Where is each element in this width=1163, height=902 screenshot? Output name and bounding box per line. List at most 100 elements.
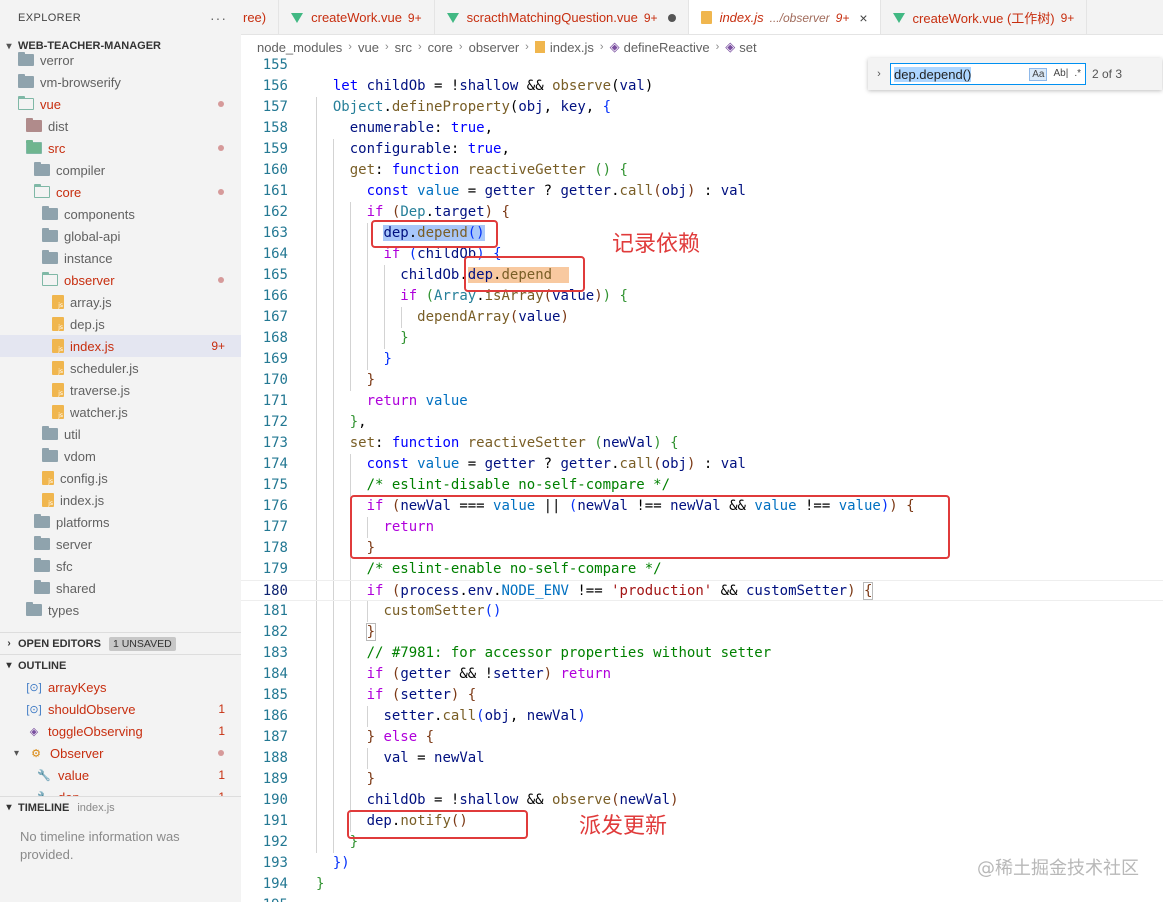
code-line: 157 Object.defineProperty(obj, key, {	[241, 97, 1163, 118]
code-text: if (getter && !setter) return	[366, 666, 612, 682]
timeline-message: No timeline information was provided.	[20, 829, 180, 862]
outline-item[interactable]: ▾ ⚙ Observer	[0, 742, 241, 764]
tree-item[interactable]: config.js	[0, 467, 241, 489]
timeline-section[interactable]: ▾ TIMELINE index.js	[0, 796, 241, 818]
outline-item[interactable]: 🔧dep1	[0, 786, 241, 797]
outline-item[interactable]: ◈ toggleObserving 1	[0, 720, 241, 742]
close-icon[interactable]: ×	[859, 10, 867, 26]
editor-tab[interactable]: index.js .../observer 9+ ×	[688, 0, 881, 34]
vue-file-icon	[892, 12, 905, 23]
chevron-down-icon[interactable]: ▾	[14, 748, 28, 759]
tree-item-label: config.js	[60, 470, 108, 486]
find-widget: › dep.depend() Aa Ab| .* 2 of 3	[868, 58, 1162, 90]
tree-item[interactable]: src	[0, 137, 241, 159]
explorer-title: EXPLORER	[18, 11, 82, 24]
code-line: 172 },	[241, 412, 1163, 433]
breadcrumb-item[interactable]: node_modules	[257, 40, 342, 55]
outline-item[interactable]: [⊙] arrayKeys	[0, 676, 241, 698]
line-number: 179	[262, 561, 288, 577]
tree-item[interactable]: types	[0, 599, 241, 621]
tree-item-label: components	[64, 206, 135, 222]
code-text: if (setter) {	[366, 687, 477, 703]
modified-dot-icon	[218, 189, 224, 195]
breadcrumb-item[interactable]: set	[739, 40, 756, 55]
tree-item[interactable]: scheduler.js	[0, 357, 241, 379]
regex-icon[interactable]: .*	[1074, 68, 1081, 81]
folder-icon	[34, 162, 50, 176]
code-text: /* eslint-enable no-self-compare */	[366, 561, 662, 577]
outline-item[interactable]: [⊙] shouldObserve 1	[0, 698, 241, 720]
tree-item[interactable]: traverse.js	[0, 379, 241, 401]
js-file-icon	[52, 383, 64, 397]
breadcrumb-item[interactable]: core	[428, 40, 453, 55]
match-whole-word-icon[interactable]: Ab|	[1053, 68, 1068, 81]
editor-tab[interactable]: ree)	[241, 0, 280, 34]
tree-item[interactable]: vm-browserify	[0, 71, 241, 93]
tree-item[interactable]: dist	[0, 115, 241, 137]
tree-item[interactable]: shared	[0, 577, 241, 599]
tree-item[interactable]: instance	[0, 247, 241, 269]
breadcrumb: node_modules › vue › src › core › observer › index…	[257, 36, 757, 58]
tree-item[interactable]: platforms	[0, 511, 241, 533]
code-text: }	[316, 876, 325, 892]
code-text: const value = getter ? getter.call(obj) …	[366, 183, 746, 199]
editor-tab[interactable]: createWork.vue (工作树) 9+	[881, 0, 1088, 34]
code-line: 181 customSetter()	[241, 601, 1163, 622]
tree-item[interactable]: global-api	[0, 225, 241, 247]
line-number: 162	[262, 204, 288, 220]
unsaved-dot-icon[interactable]	[667, 13, 676, 22]
outline-section[interactable]: ▾ OUTLINE	[0, 654, 241, 676]
js-file-icon	[52, 317, 64, 331]
tree-item[interactable]: sfc	[0, 555, 241, 577]
tree-item[interactable]: components	[0, 203, 241, 225]
open-editors-section[interactable]: › OPEN EDITORS 1 UNSAVED	[0, 632, 241, 654]
outline-list: [⊙] arrayKeys [⊙] shouldObserve 1 ◈ toggleObse…	[0, 676, 241, 797]
tree-item[interactable]: server	[0, 533, 241, 555]
code-line: 195	[241, 895, 1163, 902]
outline-item[interactable]: 🔧 value 1	[0, 764, 241, 786]
tree-item-label: index.js	[60, 492, 105, 508]
tree-item[interactable]: watcher.js	[0, 401, 241, 423]
breadcrumb-item[interactable]: src	[395, 40, 412, 55]
tree-item[interactable]: index.js 9+	[0, 335, 241, 357]
method-cube-icon: ◈	[609, 39, 620, 54]
code-editor[interactable]: 155 156 let childOb = !shallow && observe…	[241, 58, 1163, 902]
annotation-record-deps: 记录依赖	[612, 231, 701, 256]
code-line: 186 setter.call(obj, newVal)	[241, 706, 1163, 727]
folder-icon	[18, 52, 34, 66]
tree-item-label: scheduler.js	[70, 360, 139, 376]
code-text: return value	[366, 393, 468, 409]
tree-item[interactable]: vdom	[0, 445, 241, 467]
code-line: 180 if (process.env.NODE_ENV !== 'produc…	[241, 580, 1163, 601]
tree-item[interactable]: index.js	[0, 489, 241, 511]
code-line: 182 }	[241, 622, 1163, 643]
tree-item[interactable]: vue	[0, 93, 241, 115]
outline-item-label: shouldObserve	[48, 701, 136, 717]
code-line: 158 enumerable: true,	[241, 118, 1163, 139]
code-text: val = newVal	[383, 750, 485, 766]
tree-item[interactable]: util	[0, 423, 241, 445]
editor-tab[interactable]: createWork.vue 9+	[279, 0, 435, 34]
more-actions-icon[interactable]: ···	[210, 10, 227, 26]
match-case-icon[interactable]: Aa	[1029, 67, 1048, 81]
breadcrumb-item[interactable]: observer	[469, 40, 520, 55]
tree-item[interactable]: verror	[0, 49, 241, 71]
tree-item[interactable]: core	[0, 181, 241, 203]
tree-item[interactable]: dep.js	[0, 313, 241, 335]
method-cube-icon: ◈	[725, 39, 736, 54]
editor-tab[interactable]: scracthMatchingQuestion.vue 9+	[435, 0, 689, 34]
tree-item-label: array.js	[70, 294, 112, 310]
breadcrumb-item[interactable]: defineReactive	[624, 40, 710, 55]
tree-item[interactable]: observer	[0, 269, 241, 291]
outline-item-label: value	[58, 767, 90, 783]
find-options: Aa Ab| .*	[1029, 67, 1081, 81]
annotation-box-dep-depend	[371, 220, 498, 248]
tree-item[interactable]: array.js	[0, 291, 241, 313]
chevron-right-icon[interactable]: ›	[872, 68, 886, 80]
line-number: 163	[262, 225, 288, 241]
breadcrumb-item[interactable]: index.js	[550, 40, 594, 55]
tree-item[interactable]: compiler	[0, 159, 241, 181]
find-input[interactable]: dep.depend() Aa Ab| .*	[890, 63, 1086, 85]
breadcrumb-item[interactable]: vue	[358, 40, 379, 55]
code-text: }	[383, 351, 392, 367]
